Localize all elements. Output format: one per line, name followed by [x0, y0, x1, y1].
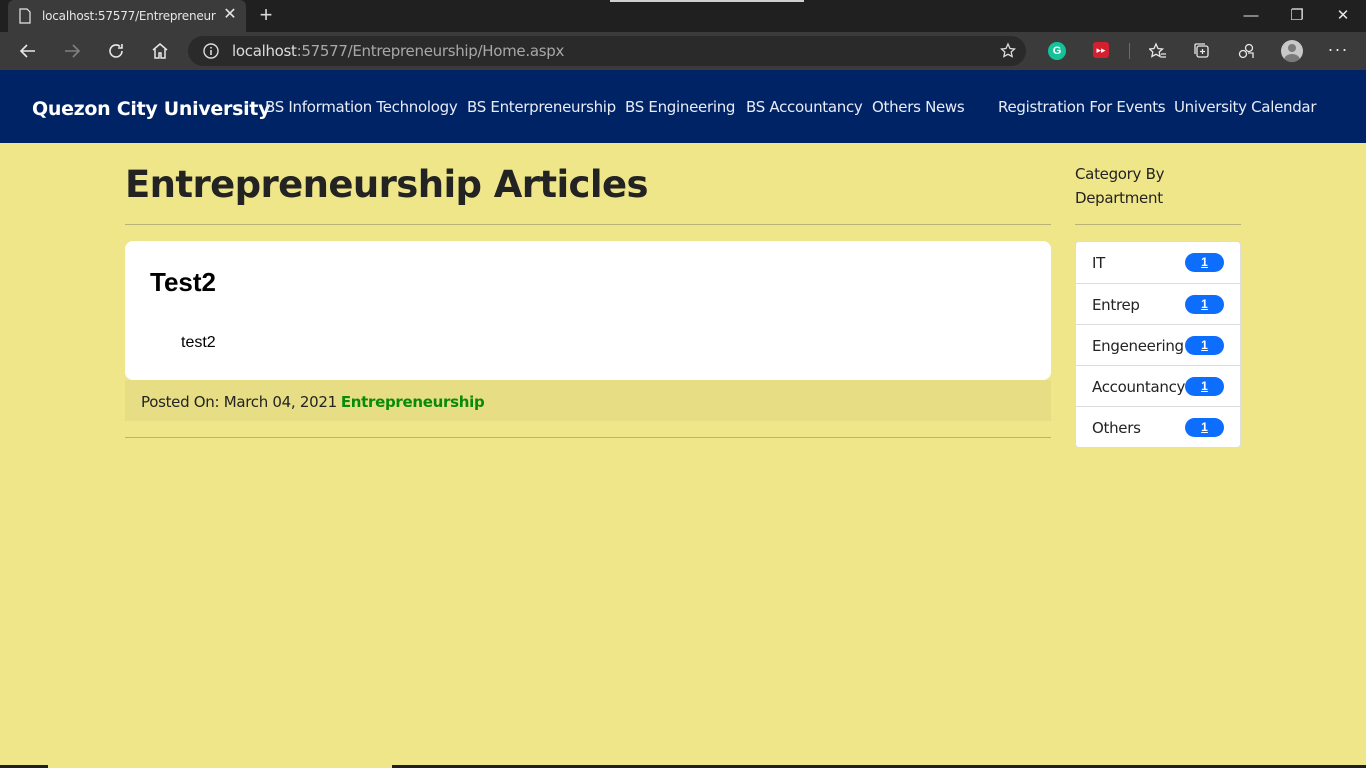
nav-link-university-calendar[interactable]: University Calendar [1174, 98, 1316, 116]
browser-tab-bar: localhost:57577/Entrepreneurship ✕ + — ❐… [0, 0, 1366, 32]
back-icon[interactable] [14, 37, 42, 65]
article-title: Test2 [150, 267, 216, 297]
site-info-icon[interactable] [202, 42, 220, 60]
browser-toolbar: localhost:57577/Entrepreneurship/Home.as… [0, 32, 1366, 70]
category-count-badge[interactable]: 1 [1185, 336, 1224, 355]
nav-link-registration-for-events[interactable]: Registration For Events [998, 98, 1166, 116]
page-icon [19, 8, 31, 24]
category-count-badge[interactable]: 1 [1185, 418, 1224, 437]
title-divider [125, 224, 1051, 225]
category-count-badge[interactable]: 1 [1185, 253, 1224, 272]
nav-link-bs-information-technology[interactable]: BS Information Technology [265, 98, 458, 116]
tab-title: localhost:57577/Entrepreneurship [42, 9, 216, 23]
window-drag-region[interactable] [610, 0, 804, 2]
sidebar-heading: Category By Department [1075, 165, 1165, 207]
reload-icon[interactable] [102, 37, 130, 65]
extensions-icon[interactable] [1232, 37, 1260, 65]
favorites-icon[interactable] [1144, 37, 1172, 65]
url-text[interactable]: localhost:57577/Entrepreneurship/Home.as… [232, 42, 564, 60]
category-list: IT 1 Entrep 1 Engeneering 1 Accountancy … [1075, 241, 1241, 448]
category-item-entrep[interactable]: Entrep 1 [1076, 283, 1240, 324]
nav-link-bs-enterpreneurship[interactable]: BS Enterpreneurship [467, 98, 616, 116]
category-label: Accountancy [1092, 378, 1186, 396]
more-menu-icon[interactable]: ··· [1326, 40, 1350, 62]
article-footer: Posted On: March 04, 2021 Entrepreneurshi… [125, 380, 1051, 421]
category-count-badge[interactable]: 1 [1185, 377, 1224, 396]
category-count-badge[interactable]: 1 [1185, 295, 1224, 314]
collections-icon[interactable] [1188, 37, 1216, 65]
category-label: Entrep [1092, 296, 1140, 314]
category-label: Others [1092, 419, 1141, 437]
page-title: Entrepreneurship Articles [125, 163, 649, 206]
category-label: Engeneering [1092, 337, 1184, 355]
category-label: IT [1092, 254, 1105, 272]
grammarly-extension-icon[interactable]: G [1048, 42, 1066, 60]
restore-icon[interactable]: ❐ [1274, 4, 1320, 28]
category-item-others[interactable]: Others 1 [1076, 406, 1240, 447]
category-item-it[interactable]: IT 1 [1076, 242, 1240, 283]
site-navbar: Quezon City University BS Information Te… [0, 70, 1366, 143]
toolbar-separator [1129, 43, 1130, 59]
media-extension-icon[interactable]: ▸▸ [1093, 42, 1109, 58]
article-card: Test2 test2 [125, 241, 1051, 380]
nav-link-bs-accountancy[interactable]: BS Accountancy [746, 98, 863, 116]
category-item-engeneering[interactable]: Engeneering 1 [1076, 324, 1240, 365]
browser-tab[interactable]: localhost:57577/Entrepreneurship ✕ [8, 0, 246, 32]
home-icon[interactable] [146, 37, 174, 65]
nav-link-bs-engineering[interactable]: BS Engineering [625, 98, 735, 116]
minimize-icon[interactable]: — [1228, 4, 1274, 28]
category-item-accountancy[interactable]: Accountancy 1 [1076, 365, 1240, 406]
close-window-icon[interactable]: ✕ [1320, 4, 1366, 28]
posted-date: Posted On: March 04, 2021 Entrepreneurshi… [141, 393, 485, 411]
sidebar-divider [1075, 224, 1241, 225]
profile-avatar-icon[interactable] [1281, 40, 1303, 62]
forward-icon[interactable] [58, 37, 86, 65]
nav-link-others-news[interactable]: Others News [872, 98, 965, 116]
address-bar[interactable]: localhost:57577/Entrepreneurship/Home.as… [188, 36, 1026, 66]
close-tab-icon[interactable]: ✕ [222, 7, 238, 23]
article-category-link[interactable]: Entrepreneurship [341, 393, 485, 411]
add-favorite-icon[interactable] [1000, 42, 1018, 60]
article-divider [125, 437, 1051, 438]
site-brand[interactable]: Quezon City University [32, 98, 270, 120]
article-body: test2 [181, 334, 216, 351]
new-tab-icon[interactable]: + [254, 4, 278, 28]
